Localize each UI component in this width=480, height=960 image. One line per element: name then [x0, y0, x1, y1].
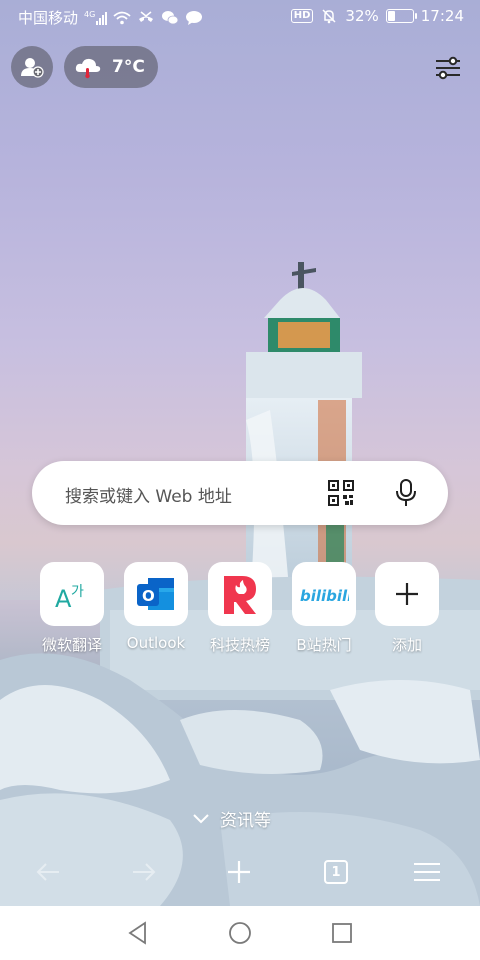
- svg-text:A: A: [55, 585, 72, 613]
- shortcut-tech-hot[interactable]: 科技热榜: [207, 562, 273, 662]
- shortcut-translator[interactable]: A 가 微软翻译: [39, 562, 105, 662]
- system-back-button[interactable]: [123, 918, 153, 948]
- search-placeholder: 搜索或键入 Web 地址: [65, 487, 232, 507]
- forward-arrow-icon: [133, 863, 156, 881]
- shortcut-label: B站热门: [296, 636, 352, 654]
- mute-icon: [322, 9, 336, 24]
- temperature-label: 7°C: [112, 57, 145, 77]
- customize-button[interactable]: [430, 50, 466, 86]
- bilibili-icon: bilibili: [300, 587, 349, 605]
- shortcut-tile[interactable]: [375, 562, 439, 626]
- add-user-icon: [21, 58, 44, 78]
- back-button[interactable]: [28, 852, 68, 892]
- shortcut-bilibili[interactable]: bilibili B站热门: [291, 562, 357, 662]
- missed-call-icon: [139, 10, 154, 22]
- new-tab-plus-icon: [228, 861, 250, 883]
- back-arrow-icon: [36, 863, 59, 881]
- system-home-button[interactable]: [225, 918, 255, 948]
- carrier-label: 中国移动: [18, 9, 79, 27]
- clock: 17:24: [420, 7, 464, 25]
- tabs-icon: 1: [324, 860, 348, 884]
- plus-icon: [396, 583, 418, 605]
- menu-icon: [414, 863, 440, 881]
- wechat-icon: [162, 10, 179, 24]
- battery-percent: 32%: [345, 7, 379, 25]
- microphone-icon: [396, 479, 416, 506]
- tabs-button[interactable]: 1: [316, 852, 356, 892]
- shortcut-label: Outlook: [126, 634, 186, 652]
- hd-badge: HD: [290, 9, 314, 23]
- network-type-badge: 4G: [84, 9, 96, 19]
- tech-hot-icon: [224, 576, 256, 614]
- shortcut-tile[interactable]: O: [124, 562, 188, 626]
- svg-text:가: 가: [71, 584, 84, 600]
- shortcut-label: 微软翻译: [41, 636, 102, 654]
- status-bar: 中国移动 4G HD 32% 17:24: [0, 0, 480, 34]
- message-icon: [186, 10, 203, 25]
- voice-search-button[interactable]: [392, 478, 420, 508]
- news-label: 资讯等: [220, 811, 271, 831]
- system-navigation-bar: [0, 906, 480, 960]
- shortcut-outlook[interactable]: O Outlook: [123, 562, 189, 662]
- outlook-icon: O: [137, 578, 174, 610]
- circle-home-icon: [229, 922, 251, 944]
- sliders-icon: [436, 56, 460, 80]
- shortcut-tile[interactable]: bilibili: [292, 562, 356, 626]
- triangle-back-icon: [128, 921, 146, 945]
- forward-button[interactable]: [124, 852, 164, 892]
- square-recents-icon: [332, 923, 352, 943]
- svg-text:bilibili: bilibili: [300, 587, 349, 605]
- system-recents-button[interactable]: [327, 918, 357, 948]
- svg-text:O: O: [142, 587, 155, 605]
- qr-code-icon: [328, 480, 354, 506]
- signal-icon: 4G: [84, 9, 108, 25]
- shortcut-add[interactable]: 添加: [374, 562, 440, 662]
- profile-button[interactable]: [11, 46, 53, 88]
- chevron-down-icon: [193, 813, 209, 823]
- news-expand-button[interactable]: 资讯等: [192, 806, 271, 831]
- browser-home-screen: 中国移动 4G HD 32% 17:24 7°C 搜索或键入 Web 地址 A …: [0, 0, 480, 906]
- background-wallpaper: [0, 262, 480, 906]
- shortcut-label: 科技热榜: [209, 636, 270, 654]
- shortcut-tile[interactable]: [208, 562, 272, 626]
- shortcut-tile[interactable]: A 가: [40, 562, 104, 626]
- weather-widget[interactable]: 7°C: [64, 46, 158, 88]
- menu-button[interactable]: [407, 852, 447, 892]
- address-search-bar[interactable]: 搜索或键入 Web 地址: [32, 461, 448, 525]
- new-tab-button[interactable]: [219, 852, 259, 892]
- cloud-thermometer-icon: [75, 58, 101, 79]
- lighthouse-illustration: [246, 262, 362, 600]
- wifi-icon: [113, 11, 131, 24]
- battery-icon: [385, 9, 417, 23]
- translator-icon: A 가: [55, 584, 84, 613]
- shortcut-label: 添加: [391, 636, 422, 654]
- qr-scan-button[interactable]: [328, 480, 354, 506]
